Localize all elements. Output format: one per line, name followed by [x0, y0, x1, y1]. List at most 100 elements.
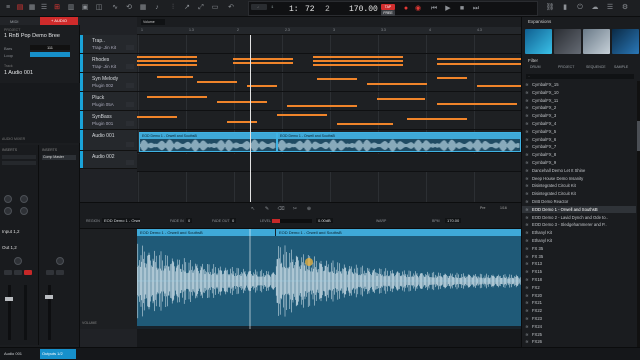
chain-icon[interactable]: ⛓: [545, 3, 555, 13]
browser-item[interactable]: ≋ FX25: [522, 331, 636, 339]
bpm-value[interactable]: 170.00: [445, 218, 462, 223]
track-power-button[interactable]: [126, 121, 134, 126]
midi-note[interactable]: [287, 105, 357, 107]
midi-note[interactable]: [233, 58, 293, 60]
tab-midi[interactable]: MIDI: [10, 19, 18, 24]
level-value[interactable]: 0.00dB: [316, 218, 333, 223]
grid-icon[interactable]: ▦: [27, 3, 37, 13]
track-header[interactable]: Audio 002: [80, 151, 137, 169]
midi-lane[interactable]: [137, 73, 521, 92]
track-power-button[interactable]: [126, 142, 134, 147]
audio-lane-empty[interactable]: [137, 154, 521, 172]
track-instrument[interactable]: Plugin 001: [92, 121, 113, 126]
browser-item[interactable]: ≋ CymbalFX_9: [522, 159, 636, 167]
track-name[interactable]: 1 Audio 001: [4, 70, 33, 76]
midi-note[interactable]: [233, 62, 293, 64]
midi-lane[interactable]: [137, 54, 521, 73]
play-start-icon[interactable]: ⏭: [471, 4, 481, 14]
power-icon[interactable]: ⏻: [575, 3, 585, 13]
midi-note[interactable]: [247, 85, 277, 87]
browser-item[interactable]: ≋ CymbalFX_3: [522, 112, 636, 120]
mute-button[interactable]: [4, 270, 12, 275]
browser-item[interactable]: ≋ FX18: [522, 276, 636, 284]
volume-fader[interactable]: [5, 297, 13, 301]
input-routing[interactable]: Input 1,2: [2, 229, 20, 234]
midi-note[interactable]: [227, 121, 257, 123]
track-name[interactable]: Trap..: [92, 38, 105, 44]
mute-button[interactable]: [46, 270, 54, 275]
midi-note[interactable]: [137, 60, 197, 62]
stop-icon[interactable]: ■: [457, 4, 467, 14]
loop-icon[interactable]: ⟲: [124, 3, 134, 13]
track-power-button[interactable]: [126, 160, 134, 165]
track-name[interactable]: Audio 002: [92, 154, 115, 160]
overdub-icon[interactable]: ◉: [413, 4, 423, 14]
browser-item[interactable]: ≋ CymbalFX_4: [522, 120, 636, 128]
rewind-icon[interactable]: ⏮: [429, 4, 439, 14]
browser-item[interactable]: ≋ Disintegrated Circuit Kit: [522, 182, 636, 190]
midi-note[interactable]: [137, 64, 197, 66]
solo-button[interactable]: [14, 270, 22, 275]
region-value[interactable]: EOD Demo 1 - Orwell and ...: [102, 218, 140, 223]
screen-icon[interactable]: ▭: [210, 3, 220, 13]
browser-item[interactable]: ≋ FX23: [522, 315, 636, 323]
audio-clip[interactable]: EOD Demo 1 - Orwell and SouthsB: [139, 132, 277, 152]
browser-item[interactable]: ≋ CymbalFX_7: [522, 143, 636, 151]
browser-item[interactable]: ≋ EOD Demo 1 - Orwell and SouthsB: [522, 205, 636, 214]
browser-item[interactable]: ≋ FX26: [522, 338, 636, 346]
sliders-icon[interactable]: ⫶: [168, 3, 178, 13]
track-name[interactable]: SynBass: [92, 114, 112, 120]
browser-item[interactable]: ≋ CymbalFX_2: [522, 104, 636, 112]
browser-item[interactable]: ≋ CymbalFX_5: [522, 128, 636, 136]
footer-track[interactable]: Audio 001: [4, 351, 22, 356]
midi-note[interactable]: [437, 63, 521, 65]
track-instrument[interactable]: Plugin 05A: [92, 102, 114, 107]
footer-output[interactable]: Outputs 1/2: [42, 351, 63, 356]
arrow-icon[interactable]: ↗: [182, 3, 192, 13]
cloud-icon[interactable]: ☁: [590, 3, 600, 13]
audio-lane[interactable]: EOD Demo 1 - Orwell and SouthsB EOD Demo …: [137, 132, 521, 153]
scissors-icon[interactable]: ✂: [290, 204, 300, 214]
expansion-thumbnail[interactable]: [583, 29, 610, 54]
midi-note[interactable]: [377, 98, 425, 100]
track-header[interactable]: SynBass Plugin 001: [80, 111, 137, 130]
browser-item[interactable]: ≋ FX13: [522, 260, 636, 268]
settings-icon[interactable]: ⚙: [620, 3, 630, 13]
browser-item[interactable]: ≋ DnB Demo Reactor: [522, 198, 636, 206]
midi-note[interactable]: [313, 60, 403, 62]
midi-note[interactable]: [277, 114, 327, 116]
expansion-thumbnail[interactable]: [612, 29, 639, 54]
track-header[interactable]: Pluck Plugin 05A: [80, 92, 137, 111]
timeline-ruler[interactable]: 1 1.3 2 2.3 3 3.3 4 4.3: [137, 27, 521, 35]
browser-item[interactable]: ≋ FX24: [522, 323, 636, 331]
play-icon[interactable]: ▶: [443, 4, 453, 14]
insert-slot[interactable]: [2, 155, 36, 159]
loop-toggle[interactable]: [30, 52, 70, 57]
solo-button[interactable]: [56, 270, 64, 275]
pan-knob[interactable]: [14, 257, 22, 265]
browser-item[interactable]: ≋ CymbalFX_11: [522, 97, 636, 105]
zoom-icon[interactable]: ⊕: [304, 204, 314, 214]
key-icon[interactable]: ♪: [152, 3, 162, 13]
browser-item[interactable]: ≋ EOD Demo 3 - Sledgehammerer and P..: [522, 221, 636, 229]
track-name[interactable]: Pluck: [92, 95, 104, 101]
mixer-icon[interactable]: ⊞: [52, 3, 62, 13]
midi-note[interactable]: [147, 96, 207, 98]
edit-mode[interactable]: Pre: [480, 206, 485, 210]
track-power-button[interactable]: [126, 83, 134, 88]
browser-item[interactable]: ≋ Ethanyl Kit: [522, 237, 636, 245]
track-header[interactable]: Rhodes Trap-.Jin Kit: [80, 54, 137, 73]
browser-item[interactable]: ≋ FX21: [522, 299, 636, 307]
pencil-icon[interactable]: ✎: [262, 204, 272, 214]
master-fader[interactable]: [45, 295, 53, 299]
eraser-icon[interactable]: ⌫: [276, 204, 286, 214]
expansion-thumbnail[interactable]: [525, 29, 552, 54]
menu-icon[interactable]: ≡: [3, 3, 13, 13]
track-power-button[interactable]: [126, 64, 134, 69]
midi-note[interactable]: [437, 77, 467, 79]
track-instrument[interactable]: Trap-.Jin Kit: [92, 45, 116, 50]
filter-tab[interactable]: SAMPLE: [614, 65, 628, 69]
midi-note[interactable]: [437, 58, 521, 60]
track-name[interactable]: Rhodes: [92, 57, 109, 63]
browser-item[interactable]: ≋ Disintegrated Circuit Kit: [522, 190, 636, 198]
